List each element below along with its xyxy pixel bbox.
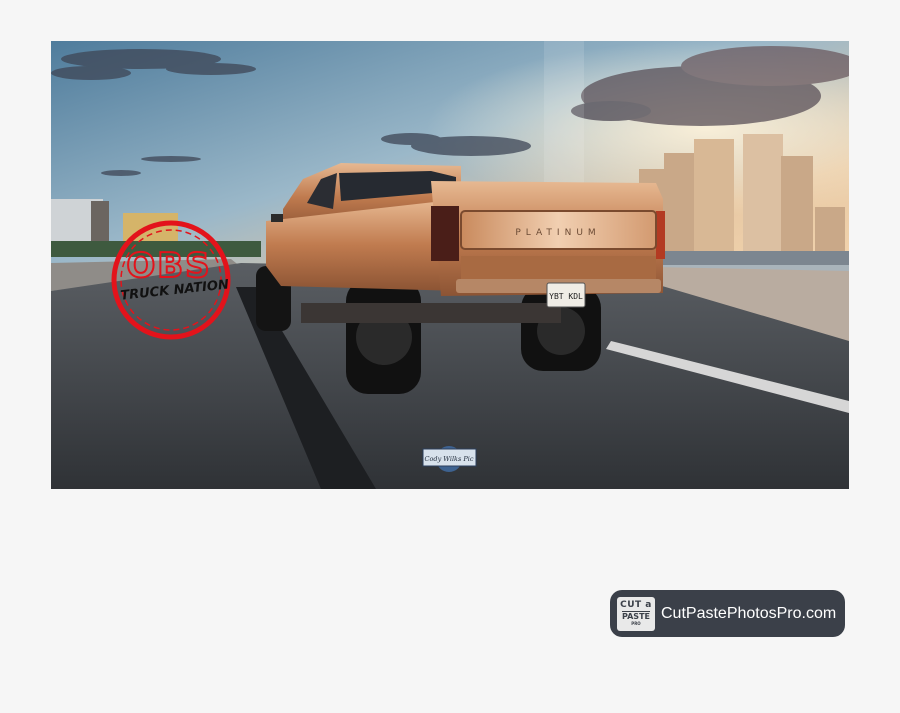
logo-line-cut: CUT a [620,600,652,610]
brand-url-label: CutPastePhotosPro.com [661,604,837,622]
truck-photo: YBT KDL PLATINUM OBS TRUCK NATION Cody W… [51,41,849,489]
cutpastephotospro-badge[interactable]: CUT a PASTE PRO CutPastePhotosPro.com [610,590,845,637]
signature-text: Cody Wilks Pic [425,455,474,463]
cut-a-paste-logo: CUT a PASTE PRO [617,596,655,631]
tailgate-text: PLATINUM [515,228,600,238]
logo-line-paste: PASTE [621,611,650,621]
license-plate-text: YBT KDL [549,292,583,301]
logo-line-pro: PRO [631,621,641,626]
